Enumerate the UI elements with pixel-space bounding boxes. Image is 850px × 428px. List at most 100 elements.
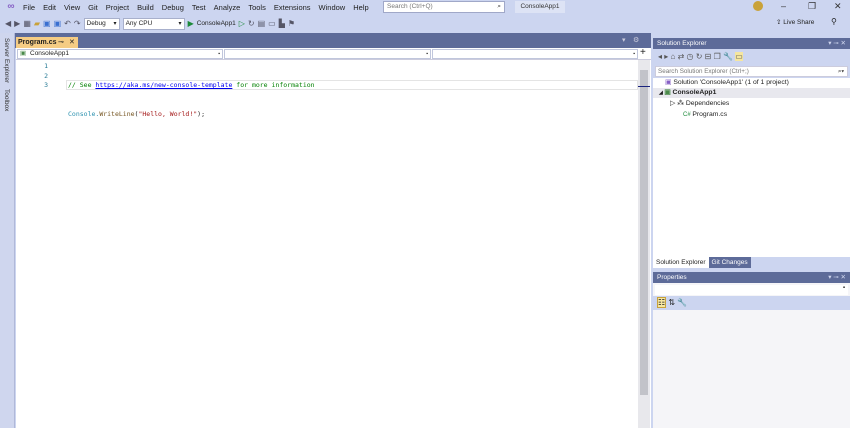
tree-solution[interactable]: ▣ Solution 'ConsoleApp1' (1 of 1 project… — [665, 78, 789, 88]
menu-help[interactable]: Help — [349, 1, 372, 15]
menu-edit[interactable]: Edit — [39, 1, 60, 15]
hot-reload-icon[interactable]: ↻ — [248, 19, 255, 28]
close-icon[interactable]: ✕ — [834, 1, 842, 12]
menu-debug[interactable]: Debug — [158, 1, 188, 15]
minimize-icon[interactable]: – — [781, 1, 786, 11]
live-share-button[interactable]: ⇪ Live Share — [776, 18, 814, 26]
platform-select[interactable]: Any CPU — [122, 17, 185, 30]
punct: ); — [197, 109, 205, 118]
forward-icon[interactable]: ▶ — [14, 19, 20, 28]
save-all-icon[interactable]: ▣ — [54, 19, 62, 28]
categorized-icon[interactable]: ☷ — [657, 297, 667, 308]
string-literal: "Hello, World!" — [138, 109, 198, 118]
properties-toolbar: ☷ ⇅ 🔧 — [653, 296, 850, 310]
start-icon[interactable]: ▶ — [188, 19, 194, 28]
tree-label: Solution 'ConsoleApp1' (1 of 1 project) — [673, 79, 789, 86]
project-nav-select[interactable]: ▣ ConsoleApp1 — [17, 49, 223, 59]
pane-buttons[interactable]: ▾ ⊸ ✕ — [828, 272, 846, 283]
layout-icon[interactable]: ▭ — [268, 19, 276, 28]
comment: for more information — [232, 81, 315, 89]
csharp-file-icon: C# — [683, 112, 693, 118]
member-nav-select[interactable] — [432, 49, 638, 59]
document-tab-well — [15, 33, 651, 48]
start-button[interactable]: ConsoleApp1 — [197, 20, 236, 27]
split-add-icon[interactable]: + — [640, 47, 646, 58]
type-nav-select[interactable] — [224, 49, 431, 59]
line-numbers: 1 2 3 — [30, 62, 48, 91]
show-all-files-icon[interactable]: ❐ — [714, 52, 721, 61]
feedback-icon[interactable]: ⚲ — [831, 17, 837, 26]
tab-git-changes[interactable]: Git Changes — [708, 257, 751, 268]
menu-tools[interactable]: Tools — [244, 1, 270, 15]
switch-views-icon[interactable]: ⇄ — [678, 52, 685, 61]
properties-object-select[interactable]: ▪ — [655, 285, 848, 295]
project-icon: ▣ — [664, 89, 673, 96]
step-icon[interactable]: ▙ — [279, 19, 285, 28]
pending-changes-icon[interactable]: ◷ — [687, 52, 694, 61]
restore-icon[interactable]: ❐ — [808, 1, 816, 12]
save-icon[interactable]: ▣ — [43, 19, 51, 28]
settings-icon[interactable]: ⚙ — [633, 36, 639, 44]
redo-icon[interactable]: ↷ — [74, 19, 81, 28]
method-name: WriteLine — [99, 109, 135, 118]
tree-label: ConsoleApp1 — [672, 89, 717, 96]
tab-close-icon[interactable]: ✕ — [69, 37, 75, 48]
start-without-debugging-icon[interactable]: ▷ — [239, 19, 245, 28]
menu-window[interactable]: Window — [315, 1, 350, 15]
forward-icon[interactable]: ▸ — [664, 52, 668, 61]
menu-git[interactable]: Git — [84, 1, 102, 15]
menu-project[interactable]: Project — [102, 1, 133, 15]
menu-build[interactable]: Build — [133, 1, 158, 15]
properties-header: Properties ▾ ⊸ ✕ — [653, 272, 850, 283]
line-number: 3 — [44, 81, 48, 89]
tree-project[interactable]: ◢ ▣ ConsoleApp1 — [653, 88, 850, 98]
menu-view[interactable]: View — [60, 1, 84, 15]
menu-extensions[interactable]: Extensions — [270, 1, 315, 15]
open-icon[interactable]: ▰ — [34, 19, 40, 28]
browse-icon[interactable]: ▤ — [258, 19, 266, 28]
project-nav-label: ConsoleApp1 — [30, 50, 70, 57]
visual-studio-logo-icon: ∞ — [7, 0, 15, 12]
tree-program-cs[interactable]: C# Program.cs — [683, 110, 727, 120]
code-line-1: // See https://aka.ms/new-console-templa… — [68, 81, 315, 91]
back-icon[interactable]: ◀ — [5, 19, 11, 28]
menu-analyze[interactable]: Analyze — [210, 1, 245, 15]
tab-program-cs[interactable]: Program.cs ⊸ ✕ — [16, 37, 78, 48]
solution-name: ConsoleApp1 — [515, 1, 565, 13]
solution-tree: ▣ Solution 'ConsoleApp1' (1 of 1 project… — [653, 78, 850, 257]
scrollbar-thumb[interactable] — [640, 70, 648, 395]
tree-dependencies[interactable]: ▷ ⁂ Dependencies — [670, 99, 729, 109]
tree-label: Dependencies — [685, 100, 730, 107]
tab-label: Program.cs — [18, 39, 57, 46]
standard-toolbar: ◀ ▶ ▦ ▰ ▣ ▣ ↶ ↷ Debug Any CPU ▶ ConsoleA… — [0, 15, 775, 32]
property-pages-icon[interactable]: 🔧 — [677, 298, 687, 307]
pane-buttons[interactable]: ▾ ⊸ ✕ — [828, 38, 846, 49]
bookmark-icon[interactable]: ⚑ — [288, 19, 295, 28]
tab-solution-explorer[interactable]: Solution Explorer — [653, 257, 709, 268]
home-icon[interactable]: ⌂ — [671, 52, 676, 61]
search-input[interactable]: Search (Ctrl+Q) ⌕ — [383, 1, 505, 13]
collapse-all-icon[interactable]: ⊟ — [705, 52, 712, 61]
account-avatar[interactable] — [753, 1, 763, 11]
tab-dropdown-icon[interactable]: ▾ — [622, 36, 626, 44]
configuration-select[interactable]: Debug — [83, 17, 120, 30]
pin-icon[interactable]: ⊸ — [58, 37, 64, 48]
comment-link[interactable]: https://aka.ms/new-console-template — [95, 81, 232, 89]
navigation-bar: ▣ConsoleApp1 + — [16, 47, 651, 60]
toolbox-tab[interactable]: Toolbox — [3, 89, 10, 111]
sync-icon[interactable]: ↻ — [696, 52, 703, 61]
preview-icon[interactable]: ▭ — [735, 52, 743, 61]
solution-explorer-search[interactable]: Search Solution Explorer (Ctrl+;) ⌕▾ — [655, 66, 848, 77]
properties-icon[interactable]: 🔧 — [723, 52, 733, 61]
new-project-icon[interactable]: ▦ — [23, 19, 31, 28]
search-icon: ⌕ — [497, 3, 501, 10]
se-search-placeholder: Search Solution Explorer (Ctrl+;) — [658, 68, 749, 75]
menu-file[interactable]: File — [19, 1, 39, 15]
comment: // See — [68, 81, 96, 89]
alphabetical-icon[interactable]: ⇅ — [668, 298, 675, 307]
server-explorer-tab[interactable]: Server Explorer — [3, 38, 10, 83]
back-icon[interactable]: ◂ — [658, 52, 662, 61]
menu-test[interactable]: Test — [188, 1, 210, 15]
undo-icon[interactable]: ↶ — [64, 19, 71, 28]
